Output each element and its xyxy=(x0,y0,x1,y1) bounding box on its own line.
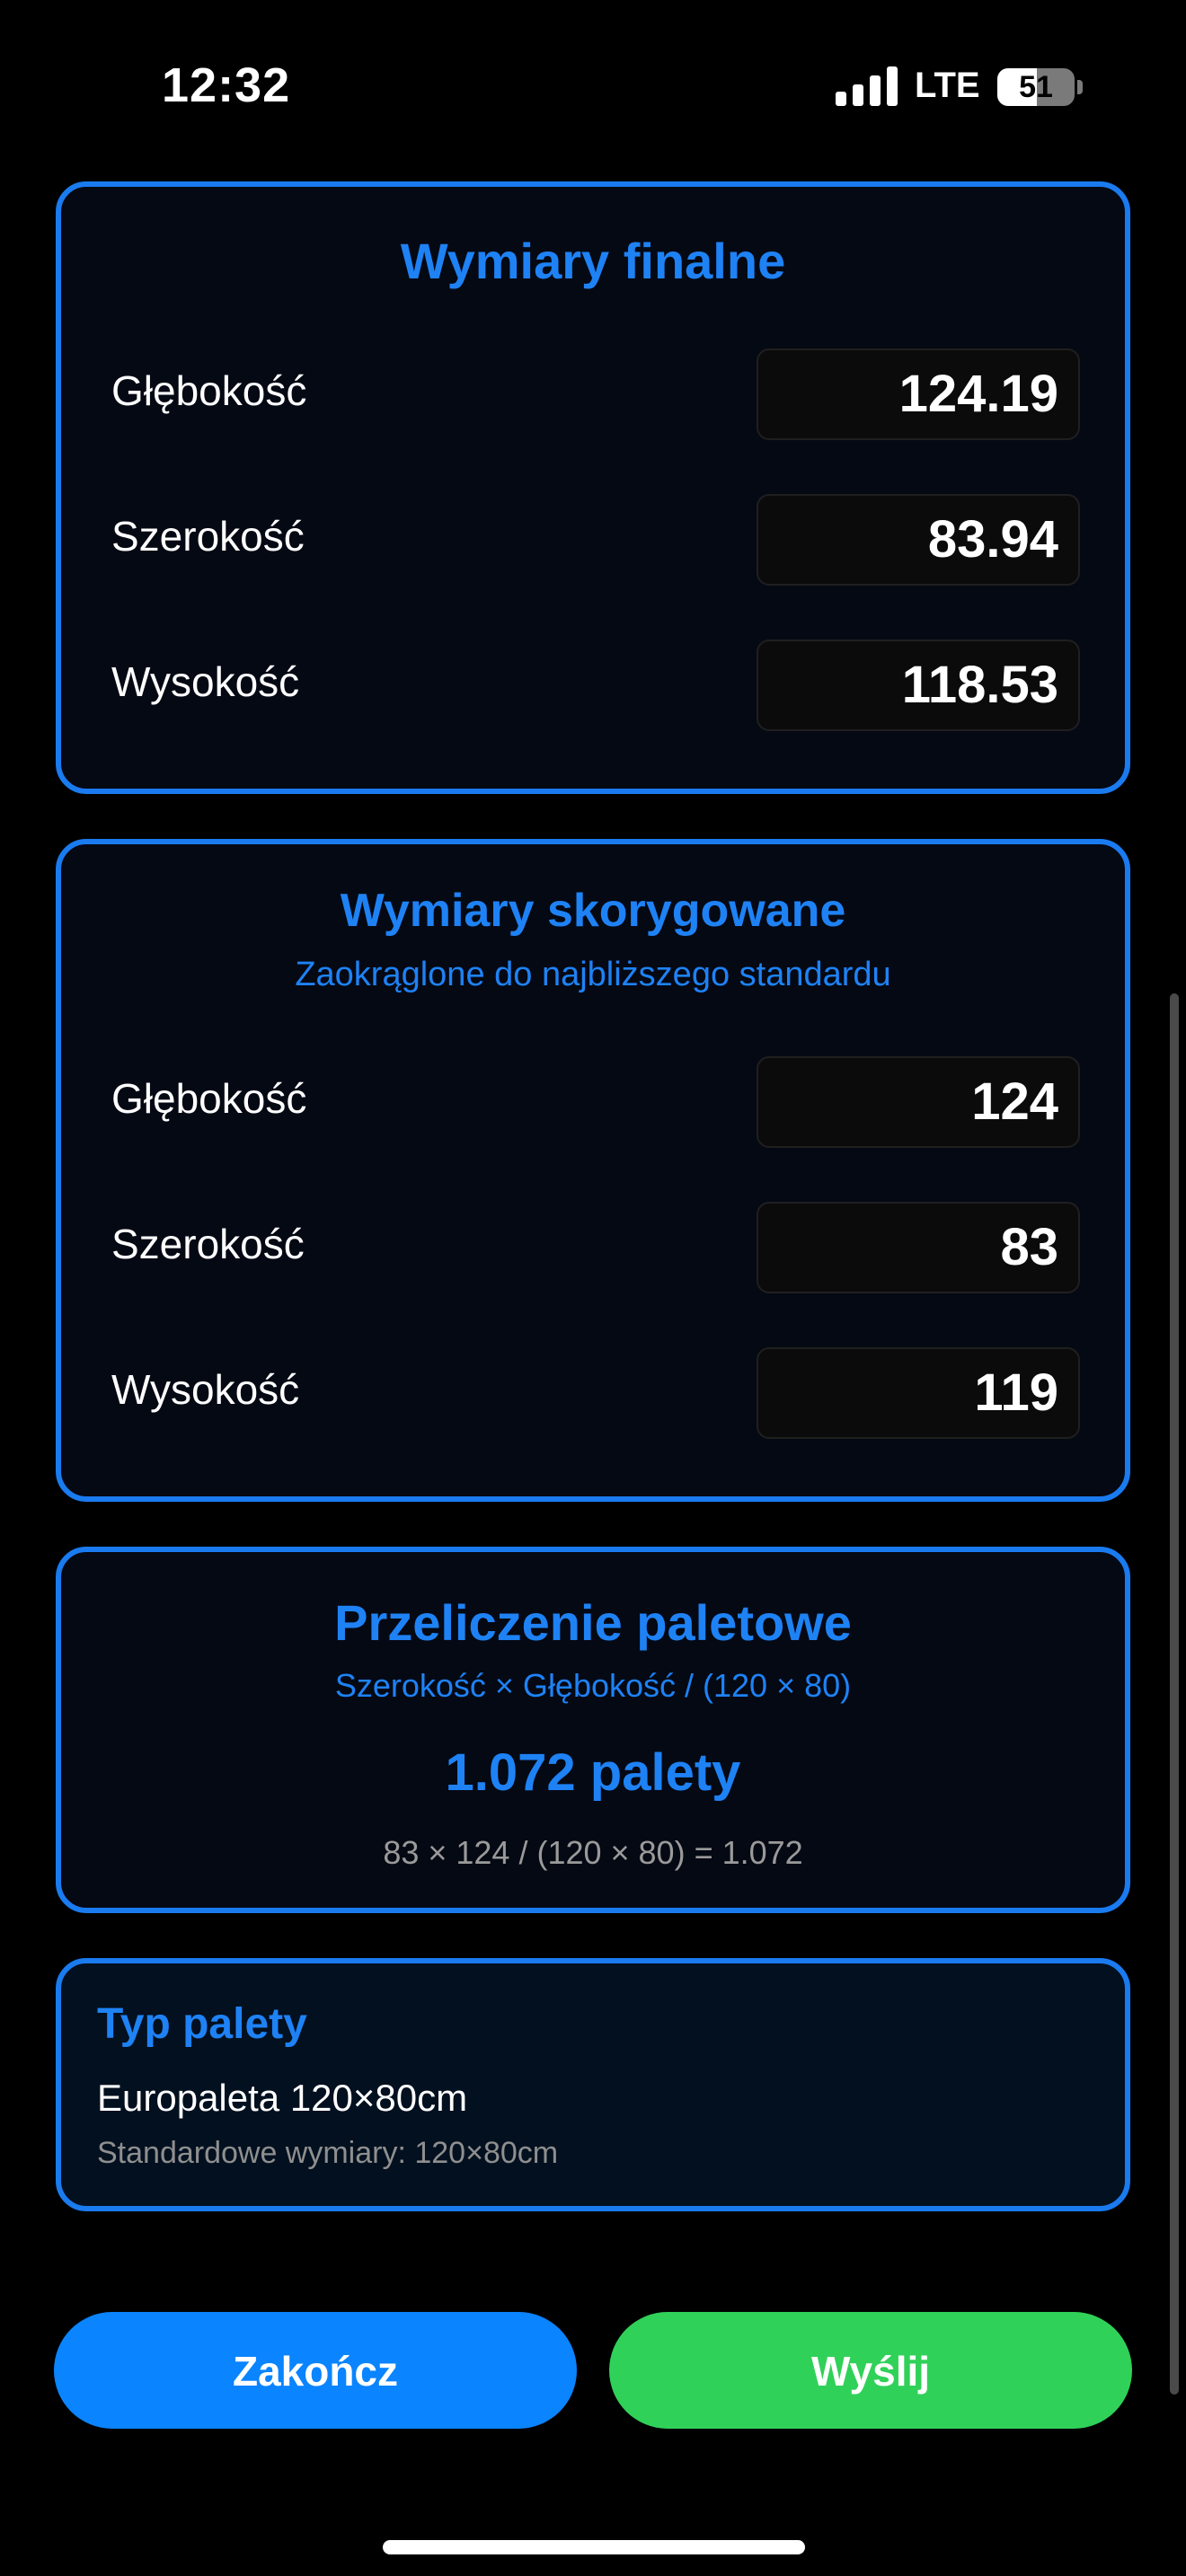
scrollbar[interactable] xyxy=(1170,993,1179,2395)
pallet-type-title: Typ palety xyxy=(97,2000,307,2048)
send-button[interactable]: Wyślij xyxy=(609,2312,1132,2429)
card-title: Przeliczenie paletowe xyxy=(334,1594,852,1651)
formula-text: 83 × 124 / (120 × 80) = 1.072 xyxy=(383,1834,803,1871)
card-title: Wymiary finalne xyxy=(400,233,786,289)
width-value: 83.94 xyxy=(757,494,1080,586)
network-type: LTE xyxy=(915,66,980,105)
depth-label: Głębokość xyxy=(111,367,307,414)
pallet-type-card: Typ palety Europaleta 120×80cm Standardo… xyxy=(56,1958,1130,2211)
status-time: 12:32 xyxy=(162,58,291,112)
pallet-result: 1.072 palety xyxy=(445,1743,741,1802)
battery-icon: 51 xyxy=(997,68,1075,106)
depth-value: 124.19 xyxy=(757,348,1080,440)
pallet-type-description: Standardowe wymiary: 120×80cm xyxy=(97,2136,559,2170)
height-label: Wysokość xyxy=(111,658,300,705)
battery-tip xyxy=(1077,80,1083,94)
battery-percent: 51 xyxy=(1019,70,1053,104)
height-label: Wysokość xyxy=(111,1366,300,1413)
pallet-type-name: Europaleta 120×80cm xyxy=(97,2077,468,2119)
pallet-calculation-card: Przeliczenie paletowe Szerokość × Głębok… xyxy=(56,1547,1130,1913)
height-value: 118.53 xyxy=(757,640,1080,731)
width-value: 83 xyxy=(757,1202,1080,1293)
depth-label: Głębokość xyxy=(111,1075,307,1122)
home-indicator[interactable] xyxy=(383,2540,805,2554)
depth-value: 124 xyxy=(757,1056,1080,1148)
formula-description: Szerokość × Głębokość / (120 × 80) xyxy=(334,1667,852,1704)
finish-button[interactable]: Zakończ xyxy=(54,2312,577,2429)
final-dimensions-card: Wymiary finalne Głębokość 124.19 Szeroko… xyxy=(56,181,1130,794)
card-title: Wymiary skorygowane xyxy=(340,885,846,937)
corrected-dimensions-card: Wymiary skorygowane Zaokrąglone do najbl… xyxy=(56,839,1130,1502)
width-label: Szerokość xyxy=(111,513,305,560)
width-label: Szerokość xyxy=(111,1221,305,1267)
height-value: 119 xyxy=(757,1347,1080,1439)
card-subtitle: Zaokrąglone do najbliższego standardu xyxy=(295,956,891,993)
status-bar: 12:32 LTE 51 xyxy=(0,0,1186,171)
signal-strength-icon xyxy=(836,66,898,106)
